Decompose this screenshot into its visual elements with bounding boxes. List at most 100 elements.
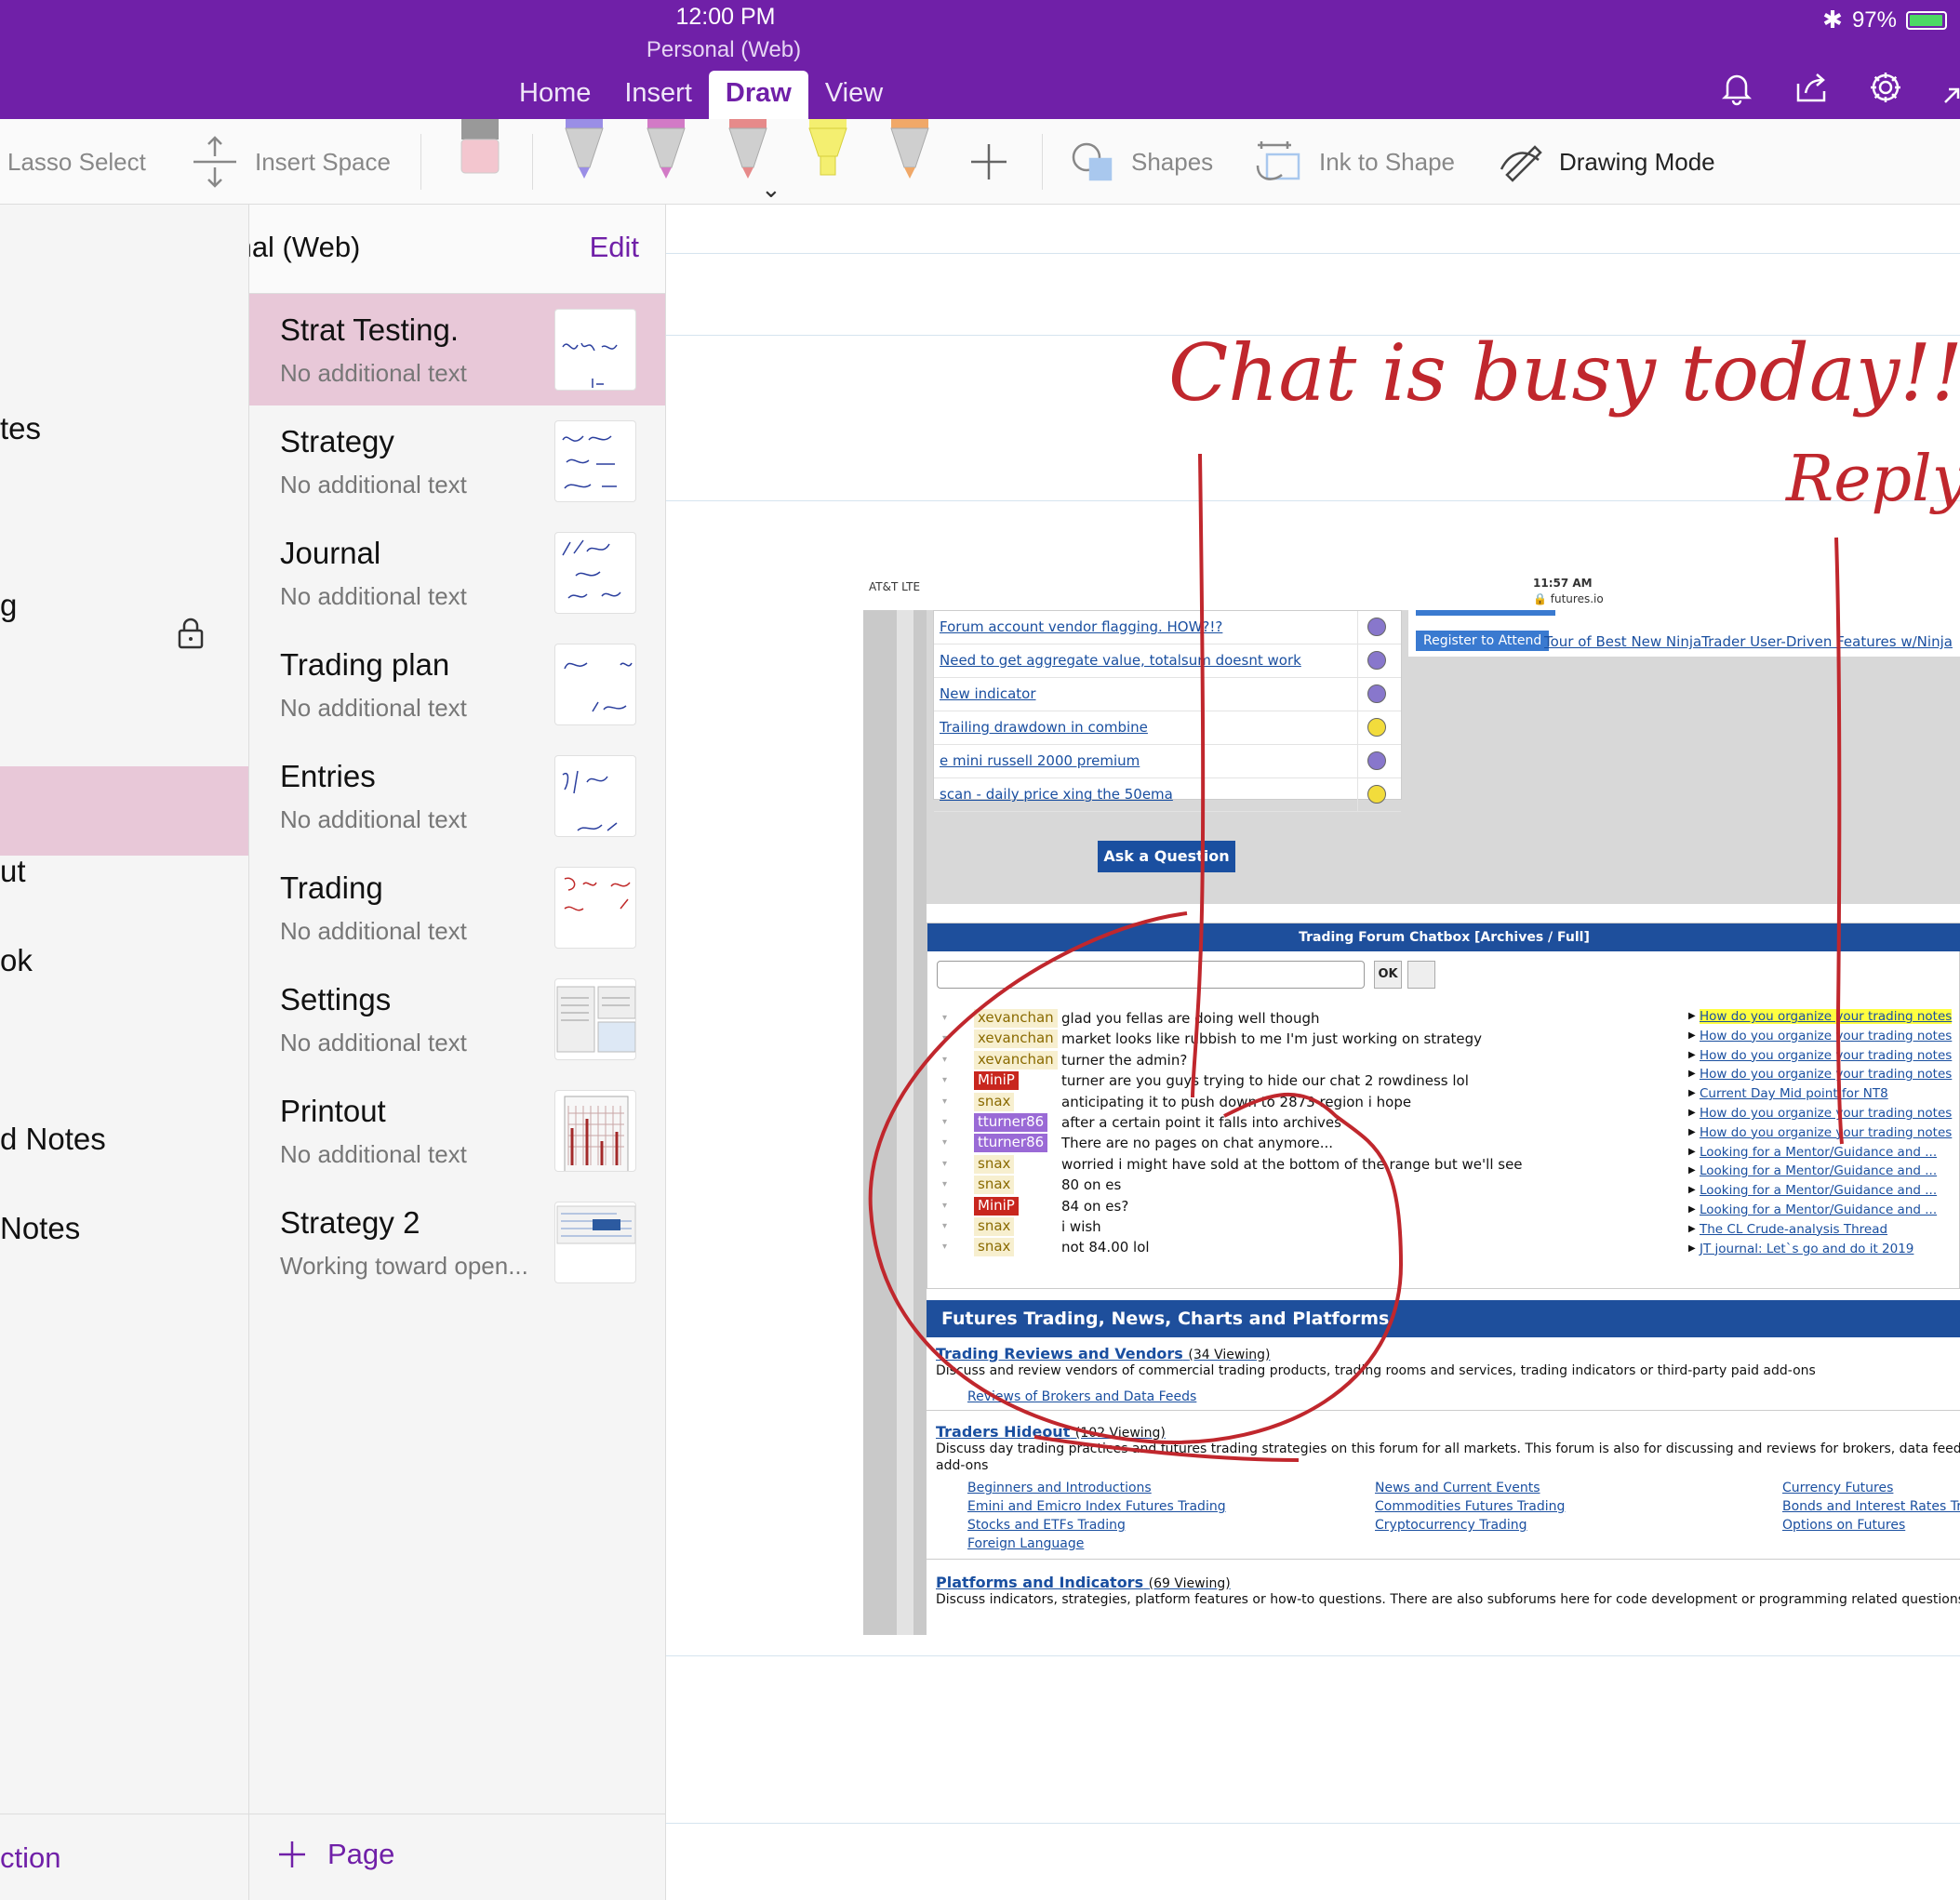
share-icon[interactable] <box>1791 67 1832 108</box>
lasso-select-button[interactable]: Lasso Select <box>7 119 146 205</box>
chat-username[interactable]: snax <box>974 1092 1015 1111</box>
chat-username[interactable]: tturner86 <box>974 1134 1048 1153</box>
recent-thread-link[interactable]: How do you organize your trading notes <box>1700 1106 1952 1121</box>
add-page-button[interactable]: Page <box>277 1838 394 1871</box>
pages-pane: Strat Testing. No additional text Strate… <box>249 294 666 1900</box>
collapse-icon[interactable] <box>1940 67 1960 108</box>
recent-thread-link[interactable]: Current Day Mid point for NT8 <box>1700 1086 1888 1101</box>
topic-link[interactable]: Need to get aggregate value, totalsum do… <box>940 652 1301 669</box>
chat-text: worried i might have sold at the bottom … <box>1061 1155 1523 1173</box>
shapes-button[interactable]: Shapes <box>1070 119 1213 205</box>
highlighter-tool[interactable] <box>802 119 854 180</box>
section-item[interactable]: ok <box>0 943 33 978</box>
gear-icon[interactable] <box>1865 67 1906 108</box>
register-link[interactable]: Tour of Best New NinjaTrader User-Driven… <box>1544 633 1953 650</box>
pen-tool-1[interactable] <box>558 119 610 180</box>
page-item[interactable]: Strategy No additional text <box>249 405 665 517</box>
subforum-link[interactable]: Foreign Language <box>967 1536 1084 1551</box>
section-item-selected[interactable]: g <box>0 588 17 623</box>
section-item[interactable]: tes <box>0 411 41 446</box>
tab-insert[interactable]: Insert <box>607 71 709 119</box>
section-item[interactable]: ut <box>0 854 26 889</box>
shapes-label: Shapes <box>1131 147 1214 176</box>
rule-line <box>666 253 1960 254</box>
topic-link[interactable]: New indicator <box>940 685 1036 702</box>
add-pen-button[interactable] <box>967 119 1010 205</box>
page-item[interactable]: Printout No additional text <box>249 1075 665 1187</box>
forum-title-link[interactable]: Traders Hideout (102 Viewing) <box>936 1423 1166 1441</box>
register-button[interactable]: Register to Attend <box>1416 631 1550 651</box>
eraser-tool[interactable] <box>456 119 508 180</box>
chat-username[interactable]: snax <box>974 1217 1015 1236</box>
tab-view[interactable]: View <box>808 71 900 119</box>
subforum-link[interactable]: Beginners and Introductions <box>967 1481 1152 1495</box>
chat-username[interactable]: snax <box>974 1176 1015 1195</box>
page-item[interactable]: Strat Testing. No additional text <box>249 294 665 405</box>
bell-icon[interactable] <box>1716 67 1757 108</box>
chat-username[interactable]: snax <box>974 1154 1015 1174</box>
ink-to-shape-button[interactable]: Ink to Shape <box>1254 119 1455 205</box>
trash-icon[interactable] <box>1407 961 1435 989</box>
chat-username[interactable]: tturner86 <box>974 1113 1048 1132</box>
note-canvas[interactable]: AT&T LTE 11:57 AM 🔒 futures.io Forum acc… <box>666 205 1960 1900</box>
chevron-down-icon[interactable]: ⌄ <box>761 175 781 203</box>
recent-thread-link[interactable]: Looking for a Mentor/Guidance and ... <box>1700 1202 1937 1217</box>
subforum-link[interactable]: Currency Futures <box>1782 1481 1893 1495</box>
pasted-screenshot[interactable]: AT&T LTE 11:57 AM 🔒 futures.io Forum acc… <box>863 575 1960 1635</box>
page-item[interactable]: Trading No additional text <box>249 852 665 963</box>
forum-title-link[interactable]: Platforms and Indicators (69 Viewing) <box>936 1574 1231 1591</box>
insert-space-button[interactable]: Insert Space <box>190 119 391 205</box>
recent-thread-link[interactable]: JT journal: Let`s go and do it 2019 <box>1700 1242 1913 1256</box>
topic-link[interactable]: e mini russell 2000 premium <box>940 752 1140 769</box>
subforum-link[interactable]: Bonds and Interest Rates Tr <box>1782 1499 1960 1514</box>
recent-thread-link[interactable]: How do you organize your trading notes <box>1700 1067 1952 1082</box>
chat-username[interactable]: xevanchan <box>974 1050 1058 1070</box>
subforum-link[interactable]: Cryptocurrency Trading <box>1375 1518 1527 1533</box>
ink-to-shape-icon <box>1256 141 1300 180</box>
subforum-link[interactable]: Emini and Emicro Index Futures Trading <box>967 1499 1226 1514</box>
pen-tool-3[interactable] <box>722 119 774 180</box>
recent-thread-link[interactable]: How do you organize your trading notes <box>1700 1009 1953 1024</box>
page-item[interactable]: Trading plan No additional text <box>249 629 665 740</box>
pen-tool-2[interactable] <box>640 119 692 180</box>
topic-link[interactable]: scan - daily price xing the 50ema <box>940 786 1173 803</box>
recent-thread-link[interactable]: How do you organize your trading notes <box>1700 1048 1952 1063</box>
page-item[interactable]: Strategy 2 Working toward open... <box>249 1187 665 1298</box>
tab-home[interactable]: Home <box>502 71 607 119</box>
chat-username[interactable]: xevanchan <box>974 1009 1058 1028</box>
forum-title-link[interactable]: Trading Reviews and Vendors (34 Viewing) <box>936 1345 1270 1362</box>
recent-thread-link[interactable]: How do you organize your trading notes <box>1700 1029 1952 1043</box>
chat-username[interactable]: MiniP <box>974 1071 1019 1091</box>
ask-question-button[interactable]: Ask a Question <box>1098 841 1235 872</box>
recent-thread-link[interactable]: Looking for a Mentor/Guidance and ... <box>1700 1183 1937 1198</box>
subforum-link[interactable]: Commodities Futures Trading <box>1375 1499 1565 1514</box>
topic-link[interactable]: Trailing drawdown in combine <box>940 719 1148 736</box>
recent-thread-link[interactable]: How do you organize your trading notes <box>1700 1125 1952 1140</box>
section-item[interactable]: Notes <box>0 1211 80 1246</box>
recent-thread-link[interactable]: The CL Crude-analysis Thread <box>1700 1222 1887 1237</box>
chat-username[interactable]: snax <box>974 1238 1015 1257</box>
section-item[interactable]: d Notes <box>0 1122 106 1157</box>
pen-tool-4[interactable] <box>884 119 936 180</box>
page-item[interactable]: Entries No additional text <box>249 740 665 852</box>
add-section-button[interactable]: ction <box>0 1841 60 1875</box>
subforum-link[interactable]: News and Current Events <box>1375 1481 1540 1495</box>
page-item[interactable]: Journal No additional text <box>249 517 665 629</box>
subforum-link[interactable]: Stocks and ETFs Trading <box>967 1518 1126 1533</box>
drawing-mode-button[interactable]: Drawing Mode <box>1498 119 1715 205</box>
subforum-link[interactable]: Reviews of Brokers and Data Feeds <box>967 1389 1196 1404</box>
chat-username[interactable]: xevanchan <box>974 1030 1058 1049</box>
page-item[interactable]: Settings No additional text <box>249 963 665 1075</box>
chat-ok-button[interactable]: OK <box>1374 961 1402 989</box>
topic-link[interactable]: Forum account vendor flagging. HOW?!? <box>940 618 1222 635</box>
tab-draw[interactable]: Draw <box>708 71 808 119</box>
edit-button[interactable]: Edit <box>590 231 639 264</box>
recent-thread-link[interactable]: Looking for a Mentor/Guidance and ... <box>1700 1163 1937 1178</box>
divider <box>1357 611 1358 644</box>
chat-username[interactable]: MiniP <box>974 1196 1019 1216</box>
chat-caret-icon: ▾ <box>942 1033 948 1044</box>
chat-text: There are no pages on chat anymore... <box>1061 1135 1334 1152</box>
chat-input[interactable] <box>937 961 1365 989</box>
recent-thread-link[interactable]: Looking for a Mentor/Guidance and ... <box>1700 1145 1937 1160</box>
subforum-link[interactable]: Options on Futures <box>1782 1518 1905 1533</box>
